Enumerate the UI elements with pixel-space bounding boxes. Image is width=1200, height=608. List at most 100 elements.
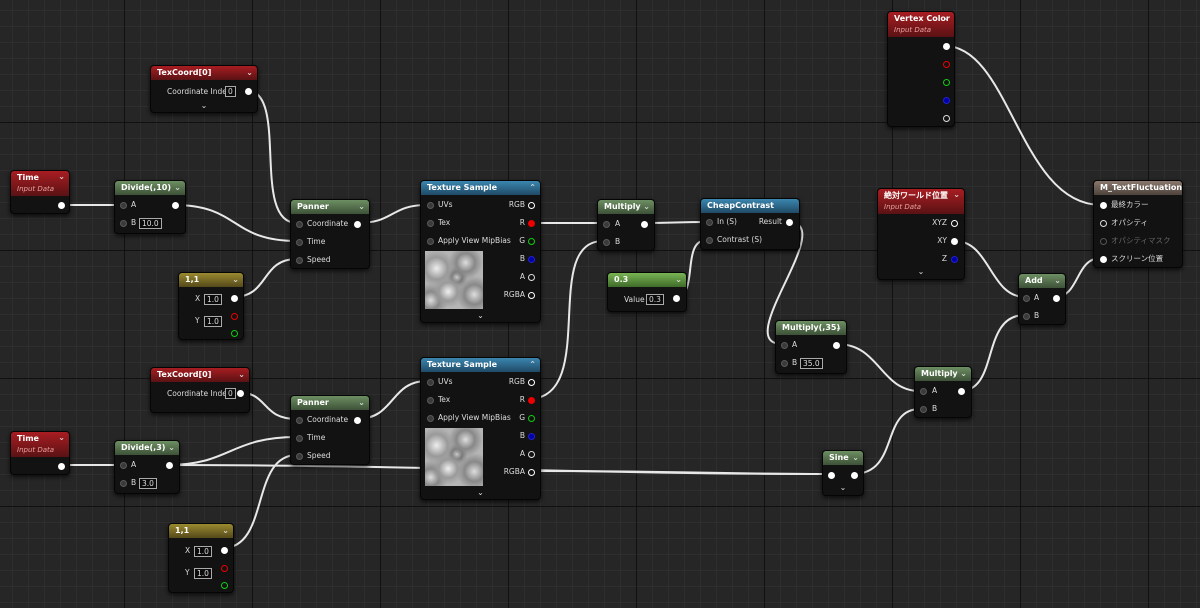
constant-node[interactable]: 0.3 ⌄ Value 0.3 [607, 272, 687, 312]
input-pin-icon[interactable] [828, 472, 835, 479]
input-pin-icon[interactable] [296, 239, 303, 246]
output-pin-icon[interactable] [221, 565, 228, 572]
input-pin-icon[interactable] [781, 360, 788, 367]
input-pin-icon[interactable] [1023, 295, 1030, 302]
input-pin-icon[interactable] [427, 220, 434, 227]
node-header[interactable]: Vertex Color Input Data ⌄ [888, 12, 954, 37]
output-pin-icon[interactable] [528, 469, 535, 476]
output-pin-icon[interactable] [528, 415, 535, 422]
output-pin-icon[interactable] [58, 463, 65, 470]
output-pin-icon[interactable] [943, 79, 950, 86]
output-pin-icon[interactable] [528, 433, 535, 440]
node-header[interactable]: Time Input Data ⌄ [11, 171, 69, 196]
add-node[interactable]: Add ⌄ A B [1018, 273, 1066, 325]
expand-chevron-icon[interactable]: ⌄ [421, 488, 540, 497]
output-pin-icon[interactable] [528, 220, 535, 227]
node-header[interactable]: TexCoord[0] ⌄ [151, 66, 257, 80]
input-pin-icon[interactable] [1100, 220, 1107, 227]
input-pin-icon[interactable] [120, 480, 127, 487]
coordinate-index-value[interactable]: 0 [225, 86, 236, 97]
node-header[interactable]: Time Input Data ⌄ [11, 432, 69, 457]
input-pin-icon[interactable] [706, 219, 713, 226]
output-pin-icon[interactable] [221, 547, 228, 554]
world-position-node[interactable]: 絶対ワールド位置 Input Data ⌄ XYZ XY Z ⌄ [877, 188, 965, 280]
panner-node[interactable]: Panner ⌄ Coordinate Time Speed [290, 199, 370, 269]
chevron-up-icon[interactable]: ⌃ [529, 358, 536, 372]
chevron-down-icon[interactable]: ⌄ [1054, 274, 1061, 288]
node-header[interactable]: Add ⌄ [1019, 274, 1065, 288]
output-pin-icon[interactable] [951, 220, 958, 227]
vertex-color-node[interactable]: Vertex Color Input Data ⌄ [887, 11, 955, 127]
expand-chevron-icon[interactable]: ⌄ [151, 101, 257, 110]
chevron-down-icon[interactable]: ⌄ [174, 181, 181, 195]
chevron-down-icon[interactable]: ⌄ [358, 396, 365, 410]
output-pin-icon[interactable] [528, 292, 535, 299]
output-pin-icon[interactable] [851, 472, 858, 479]
x-value-field[interactable]: 1.0 [194, 546, 212, 557]
output-pin-icon[interactable] [943, 43, 950, 50]
chevron-down-icon[interactable]: ⌄ [675, 273, 682, 287]
time-node[interactable]: Time Input Data ⌄ [10, 170, 70, 214]
output-pin-icon[interactable] [354, 221, 361, 228]
output-pin-icon[interactable] [528, 238, 535, 245]
output-pin-icon[interactable] [172, 202, 179, 209]
output-pin-icon[interactable] [528, 451, 535, 458]
output-pin-icon[interactable] [951, 238, 958, 245]
input-pin-icon[interactable] [296, 435, 303, 442]
node-header[interactable]: Multiply(,35) ⌄ [776, 321, 846, 335]
input-pin-icon[interactable] [296, 417, 303, 424]
node-header[interactable]: Panner ⌄ [291, 200, 369, 214]
chevron-down-icon[interactable]: ⌄ [168, 441, 175, 455]
output-pin-icon[interactable] [943, 61, 950, 68]
input-pin-icon[interactable] [706, 237, 713, 244]
chevron-up-icon[interactable]: ⌃ [529, 181, 536, 195]
material-result-node[interactable]: M_TextFluctuation 最終カラー オパシティ オパシティマスク ス… [1093, 180, 1183, 268]
node-header[interactable]: Divide(,3) ⌄ [115, 441, 179, 455]
input-pin-icon[interactable] [1100, 238, 1107, 245]
node-header[interactable]: Panner ⌄ [291, 396, 369, 410]
output-pin-icon[interactable] [528, 202, 535, 209]
output-pin-icon[interactable] [943, 97, 950, 104]
input-pin-icon[interactable] [296, 221, 303, 228]
expand-chevron-icon[interactable]: ⌄ [421, 311, 540, 320]
output-pin-icon[interactable] [951, 256, 958, 263]
constant2vector-node[interactable]: 1,1 ⌄ X 1.0 Y 1.0 [168, 523, 234, 593]
sine-node[interactable]: Sine ⌄ ⌄ [822, 450, 864, 496]
output-pin-icon[interactable] [673, 295, 680, 302]
output-pin-icon[interactable] [641, 221, 648, 228]
output-pin-icon[interactable] [231, 313, 238, 320]
output-pin-icon[interactable] [58, 202, 65, 209]
node-header[interactable]: Texture Sample ⌃ [421, 358, 540, 372]
x-value-field[interactable]: 1.0 [204, 294, 222, 305]
cheapcontrast-node[interactable]: CheapContrast In (S) Result Contrast (S) [700, 198, 800, 250]
input-pin-icon[interactable] [781, 342, 788, 349]
chevron-down-icon[interactable]: ⌄ [852, 451, 859, 465]
output-pin-icon[interactable] [833, 342, 840, 349]
chevron-down-icon[interactable]: ⌄ [222, 524, 229, 538]
node-header[interactable]: 0.3 ⌄ [608, 273, 686, 287]
b-value-field[interactable]: 35.0 [800, 358, 823, 369]
input-pin-icon[interactable] [920, 388, 927, 395]
value-field[interactable]: 0.3 [646, 294, 664, 305]
coordinate-index-value[interactable]: 0 [225, 388, 236, 399]
node-header[interactable]: CheapContrast [701, 199, 799, 213]
node-header[interactable]: 1,1 ⌄ [169, 524, 233, 538]
chevron-down-icon[interactable]: ⌄ [58, 432, 65, 444]
node-header[interactable]: 絶対ワールド位置 Input Data ⌄ [878, 189, 964, 214]
input-pin-icon[interactable] [427, 202, 434, 209]
chevron-down-icon[interactable]: ⌄ [358, 200, 365, 214]
input-pin-icon[interactable] [1100, 256, 1107, 263]
time-node[interactable]: Time Input Data ⌄ [10, 431, 70, 475]
y-value-field[interactable]: 1.0 [204, 316, 222, 327]
multiply-node[interactable]: Multiply ⌄ A B [914, 366, 972, 418]
texcoord-node[interactable]: TexCoord[0] ⌄ Coordinate Index 0 ⌄ [150, 65, 258, 113]
output-pin-icon[interactable] [528, 256, 535, 263]
texcoord-node[interactable]: TexCoord[0] ⌄ Coordinate Index 0 [150, 367, 250, 413]
node-header[interactable]: TexCoord[0] ⌄ [151, 368, 249, 382]
input-pin-icon[interactable] [427, 379, 434, 386]
input-pin-icon[interactable] [603, 221, 610, 228]
output-pin-icon[interactable] [943, 115, 950, 122]
b-value-field[interactable]: 10.0 [139, 218, 162, 229]
chevron-down-icon[interactable]: ⌄ [835, 321, 842, 335]
input-pin-icon[interactable] [120, 462, 127, 469]
